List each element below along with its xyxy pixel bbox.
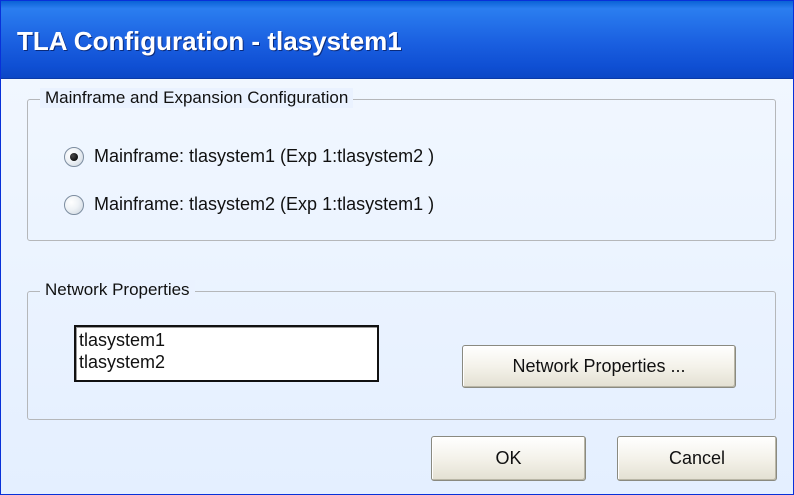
mainframe-option-label: Mainframe: tlasystem1 (Exp 1:tlasystem2 … bbox=[94, 146, 435, 166]
mainframe-expansion-group-label: Mainframe and Expansion Configuration bbox=[40, 88, 354, 108]
mainframe-expansion-group: Mainframe and Expansion Configuration Ma… bbox=[27, 88, 776, 241]
network-systems-list[interactable]: tlasystem1 tlasystem2 bbox=[74, 325, 379, 382]
network-properties-group-label: Network Properties bbox=[40, 280, 195, 300]
window-title: TLA Configuration - tlasystem1 bbox=[17, 26, 402, 56]
ok-button[interactable]: OK bbox=[431, 436, 586, 481]
dialog-body: Mainframe and Expansion Configuration Ma… bbox=[1, 79, 793, 494]
cancel-button[interactable]: Cancel bbox=[617, 436, 777, 481]
network-properties-group: Network Properties tlasystem1 tlasystem2… bbox=[27, 280, 776, 420]
radio-button-selected[interactable] bbox=[64, 146, 84, 167]
network-properties-button[interactable]: Network Properties ... bbox=[462, 345, 736, 388]
list-item[interactable]: tlasystem2 bbox=[79, 351, 374, 373]
tla-configuration-dialog: TLA Configuration - tlasystem1 Mainframe… bbox=[0, 0, 794, 495]
radio-button-unselected[interactable] bbox=[64, 194, 84, 215]
mainframe-option-tlasystem2[interactable]: Mainframe: tlasystem2 (Exp 1:tlasystem1 … bbox=[64, 194, 434, 215]
title-bar[interactable]: TLA Configuration - tlasystem1 bbox=[1, 1, 793, 79]
mainframe-option-tlasystem1[interactable]: Mainframe: tlasystem1 (Exp 1:tlasystem2 … bbox=[64, 146, 434, 167]
mainframe-option-label: Mainframe: tlasystem2 (Exp 1:tlasystem1 … bbox=[94, 194, 435, 214]
list-item[interactable]: tlasystem1 bbox=[79, 329, 374, 351]
